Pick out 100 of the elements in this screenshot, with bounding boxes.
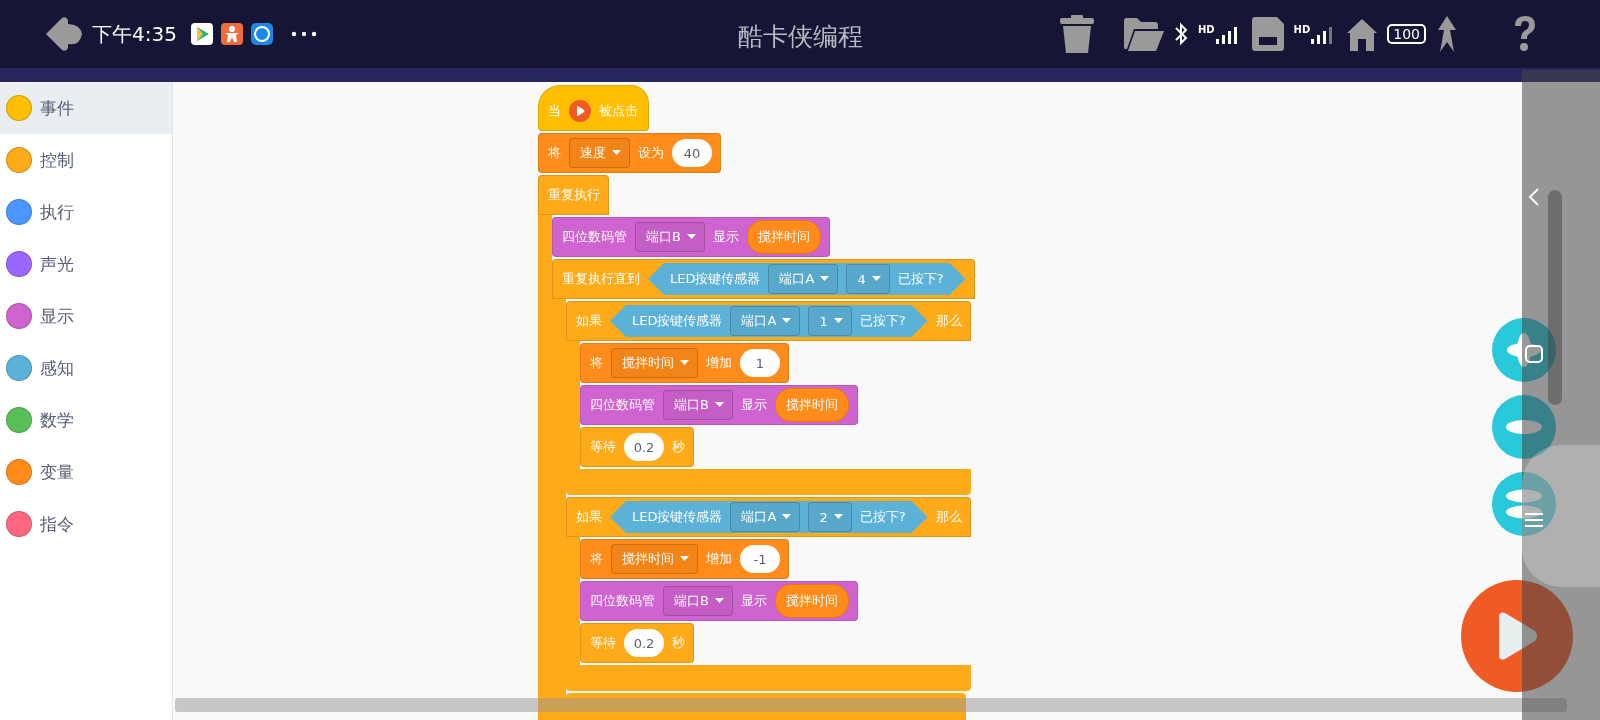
dropdown[interactable]: 1 <box>808 306 852 336</box>
category-item[interactable]: 显示 <box>0 290 172 342</box>
number-field[interactable]: 0.2 <box>624 433 664 461</box>
variable-reporter[interactable]: 搅拌时间 <box>774 388 849 422</box>
block-label: LED按键传感器 <box>632 312 723 330</box>
folder-icon[interactable] <box>1123 17 1164 51</box>
sensor-block[interactable]: LED按键传感器 端口A 1 已按下? <box>610 305 928 337</box>
category-label: 声光 <box>40 252 74 276</box>
block-label: 设为 <box>638 144 664 162</box>
code-block[interactable]: 重复执行直到 LED按键传感器 端口A 4 已按下? <box>552 259 975 299</box>
code-block[interactable]: 四位数码管 端口B 显示 搅拌时间 <box>580 385 858 425</box>
block-label: 已按下? <box>859 312 906 330</box>
block-label: 将 <box>590 550 603 568</box>
caret-icon <box>714 598 724 604</box>
category-item[interactable]: 事件 <box>0 82 172 134</box>
dropdown[interactable]: 搅拌时间 <box>611 544 698 574</box>
caret-icon <box>871 276 881 282</box>
number-field[interactable]: 0.2 <box>624 629 664 657</box>
number-field[interactable]: 40 <box>672 139 712 167</box>
status-time: 下午4:35 <box>92 20 177 48</box>
dropdown[interactable]: 端口B <box>663 586 733 616</box>
menu-icon[interactable] <box>1525 512 1543 528</box>
dropdown[interactable]: 端口A <box>730 306 801 336</box>
category-item[interactable]: 声光 <box>0 238 172 290</box>
block-label: 重复执行 <box>548 186 600 204</box>
category-item[interactable]: 执行 <box>0 186 172 238</box>
block-label: 等待 <box>590 438 616 456</box>
caret-icon <box>686 234 696 240</box>
category-item[interactable]: 变量 <box>0 446 172 498</box>
block-label: 显示 <box>712 228 739 246</box>
block-label: LED按键传感器 <box>632 508 723 526</box>
trash-icon[interactable] <box>1059 15 1094 53</box>
block-label: 秒 <box>672 438 685 456</box>
dropdown[interactable]: 端口B <box>635 222 705 252</box>
category-item[interactable]: 感知 <box>0 342 172 394</box>
category-label: 执行 <box>40 200 74 224</box>
caret-icon <box>833 318 843 324</box>
signal-label: HD <box>1197 24 1215 35</box>
block-label: 如果 <box>576 508 602 526</box>
block-label: LED按键传感器 <box>670 270 761 288</box>
block-label: 重复执行直到 <box>562 270 640 288</box>
plus-icon <box>1504 330 1544 370</box>
code-block[interactable]: 如果 LED按键传感器 端口A 1 已按下? 那么 <box>566 301 971 341</box>
code-block[interactable]: 重复执行 <box>538 175 609 215</box>
signal-label: HD <box>1293 24 1311 35</box>
app-icon <box>190 23 213 45</box>
variable-reporter[interactable]: 搅拌时间 <box>746 220 821 254</box>
category-item[interactable]: 控制 <box>0 134 172 186</box>
battery-level: 100 <box>1387 24 1426 44</box>
code-block[interactable]: 等待 0.2 秒 <box>580 427 694 467</box>
code-block[interactable]: 将 搅拌时间 增加 -1 <box>580 539 789 579</box>
code-block[interactable]: 将 搅拌时间 增加 1 <box>580 343 789 383</box>
back-icon[interactable] <box>44 14 84 54</box>
category-label: 事件 <box>40 96 74 120</box>
play-icon <box>569 100 591 122</box>
block-label: 那么 <box>935 508 962 526</box>
category-label: 控制 <box>40 148 74 172</box>
home-icon[interactable] <box>1347 17 1378 51</box>
code-block[interactable]: 将 速度 设为 40 <box>538 133 721 173</box>
square-icon[interactable] <box>1525 345 1543 363</box>
dropdown[interactable]: 搅拌时间 <box>611 348 698 378</box>
code-block[interactable]: 四位数码管 端口B 显示 搅拌时间 <box>552 217 830 257</box>
variable-reporter[interactable]: 搅拌时间 <box>774 584 849 618</box>
code-block[interactable]: 四位数码管 端口B 显示 搅拌时间 <box>580 581 858 621</box>
dropdown[interactable]: 速度 <box>569 138 630 168</box>
app-icon <box>220 23 243 45</box>
category-label: 变量 <box>40 460 74 484</box>
help-icon[interactable] <box>1512 15 1538 53</box>
block-label: 四位数码管 <box>590 592 655 610</box>
dropdown[interactable]: 端口A <box>768 264 839 294</box>
vertical-scrollbar[interactable] <box>1548 190 1562 405</box>
app-title: 酷卡侠编程 <box>737 21 863 53</box>
block-label: 将 <box>590 354 603 372</box>
block-label: 增加 <box>706 354 732 372</box>
caret-icon <box>612 150 621 156</box>
block-label: 那么 <box>935 312 962 330</box>
sensor-block[interactable]: LED按键传感器 端口A 4 已按下? <box>648 263 966 295</box>
caret-icon <box>820 276 830 282</box>
code-block[interactable]: 如果 LED按键传感器 端口A 2 已按下? 那么 <box>566 497 971 537</box>
category-item[interactable]: 指令 <box>0 498 172 550</box>
block-label: 如果 <box>576 312 602 330</box>
minus-icon <box>1504 419 1544 435</box>
dropdown[interactable]: 2 <box>808 502 852 532</box>
dropdown[interactable]: 端口B <box>663 390 733 420</box>
app-icon <box>250 23 273 45</box>
number-field[interactable]: -1 <box>740 545 780 573</box>
number-field[interactable]: 1 <box>740 349 780 377</box>
block-label: 显示 <box>740 592 767 610</box>
back-icon[interactable] <box>1528 187 1540 207</box>
category-label: 数学 <box>40 408 74 432</box>
dropdown[interactable]: 端口A <box>730 502 801 532</box>
code-block[interactable]: 等待 0.2 秒 <box>580 623 694 663</box>
dropdown[interactable]: 4 <box>846 264 890 294</box>
sensor-block[interactable]: LED按键传感器 端口A 2 已按下? <box>610 501 928 533</box>
category-label: 指令 <box>40 512 74 536</box>
block-label: 当 <box>548 102 561 120</box>
save-icon[interactable] <box>1251 17 1284 51</box>
category-item[interactable]: 数学 <box>0 394 172 446</box>
block-label: 四位数码管 <box>590 396 655 414</box>
block-label: 已按下? <box>859 508 906 526</box>
